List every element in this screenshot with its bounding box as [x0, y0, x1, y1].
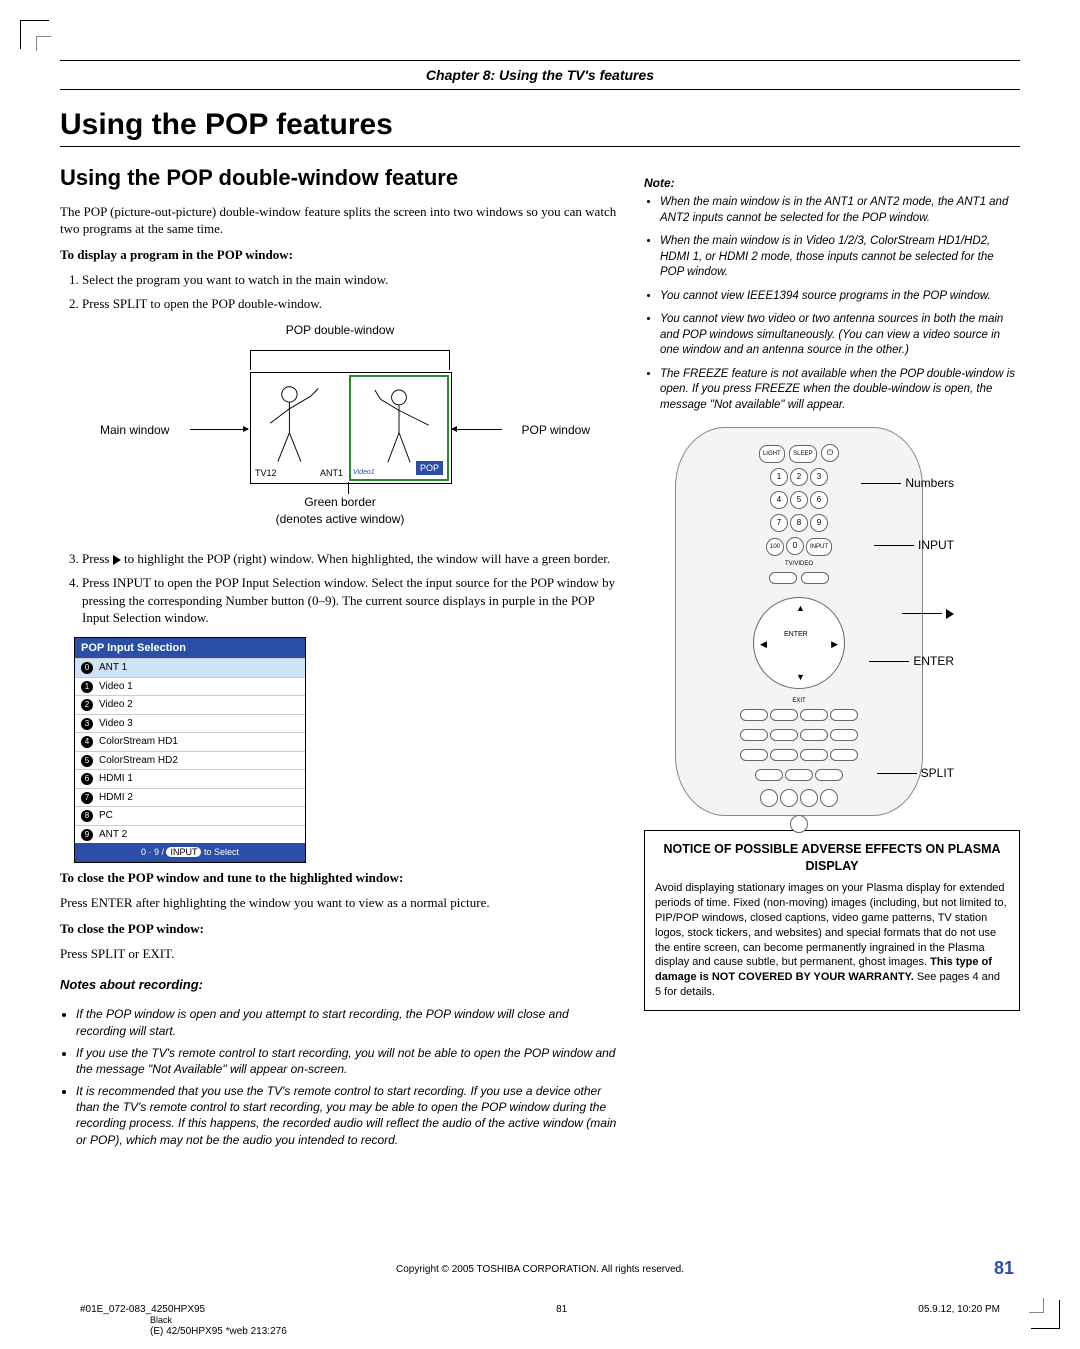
pop-double-window-figure: POP double-window Main window POP window… — [60, 322, 620, 542]
pop-input-item-4: 4ColorStream HD1 — [75, 732, 305, 751]
footer-bottom: (E) 42/50HPX95 *web 213:276 — [150, 1326, 287, 1337]
main-column: Using the POP double-window feature The … — [60, 163, 620, 1154]
note-3: You cannot view IEEE1394 source programs… — [660, 289, 1020, 305]
light-button: LIGHT — [759, 445, 785, 463]
step-2: Press SPLIT to open the POP double-windo… — [82, 295, 620, 313]
close-and-tune-heading: To close the POP window and tune to the … — [60, 869, 620, 887]
hundred-button: 100 — [766, 538, 784, 556]
side-column: Note: When the main window is in the ANT… — [644, 163, 1020, 1154]
remote-label-enter: ENTER — [913, 653, 954, 669]
notes-about-recording-heading: Notes about recording: — [60, 976, 620, 994]
section-heading: Using the POP double-window feature — [60, 163, 620, 193]
nav-dpad: ENTER ▲ ▼ ◀ ▶ — [753, 597, 845, 689]
fig-ant1-label: ANT1 — [320, 467, 343, 479]
footer-black: Black — [150, 1315, 172, 1325]
pop-input-item-1: 1Video 1 — [75, 677, 305, 696]
copyright-line: Copyright © 2005 TOSHIBA CORPORATION. Al… — [0, 1264, 1080, 1275]
remote-label-split: SPLIT — [921, 765, 954, 781]
pop-input-item-0: 0ANT 1 — [75, 658, 305, 677]
fig-green-border-label: Green border (denotes active window) — [100, 494, 580, 526]
tvvideo-label: TV/VIDEO — [785, 561, 813, 567]
remote-label-numbers: Numbers — [905, 475, 954, 491]
plasma-warning-title: NOTICE OF POSSIBLE ADVERSE EFFECTS ON PL… — [655, 841, 1009, 875]
step-3: Press to highlight the POP (right) windo… — [82, 550, 620, 568]
title-rule — [60, 146, 1020, 147]
green-border-line2: (denotes active window) — [276, 512, 405, 526]
fig-label-pop-window: POP window — [522, 422, 590, 438]
recording-note-3: It is recommended that you use the TV's … — [76, 1083, 620, 1148]
arrow-right-icon — [452, 429, 502, 430]
page-title: Using the POP features — [60, 108, 1020, 142]
pop-input-item-6: 6HDMI 1 — [75, 769, 305, 788]
steps-list: Select the program you want to watch in … — [60, 271, 620, 312]
footer-suffix: to Select — [204, 847, 239, 857]
note-list: When the main window is in the ANT1 or A… — [660, 195, 1020, 413]
pop-input-item-9: 9ANT 2 — [75, 825, 305, 844]
pop-input-item-8: 8PC — [75, 806, 305, 825]
green-border-indicator-line — [348, 482, 349, 494]
notes-about-recording-list: If the POP window is open and you attemp… — [76, 1006, 620, 1148]
fig-tv12-label: TV12 — [255, 467, 277, 479]
note-2: When the main window is in Video 1/2/3, … — [660, 234, 1020, 281]
pop-input-selection-footer: 0 · 9 / INPUT to Select — [75, 843, 305, 861]
power-button: ⏻ — [821, 444, 839, 462]
remote-control-illustration: LIGHT SLEEP ⏻ 123 456 789 1000INPUT TV/V… — [675, 427, 923, 816]
note-heading: Note: — [644, 175, 1020, 191]
remote-label-input: INPUT — [918, 537, 954, 553]
close-pop-heading: To close the POP window: — [60, 920, 620, 938]
right-arrow-label-icon — [946, 609, 954, 619]
exit-label: EXIT — [792, 698, 805, 704]
pop-input-selection-box: POP Input Selection 0ANT 1 1Video 1 2Vid… — [74, 637, 306, 863]
recording-note-1: If the POP window is open and you attemp… — [76, 1006, 620, 1038]
split-button — [780, 789, 798, 807]
footer-left: #01E_072-083_4250HPX95 — [80, 1304, 205, 1315]
recording-note-2: If you use the TV's remote control to st… — [76, 1045, 620, 1077]
footer-prefix: 0 · 9 / — [141, 847, 167, 857]
steps-list-continued: Press to highlight the POP (right) windo… — [60, 550, 620, 626]
action-button — [769, 572, 797, 584]
fig-label-main-window: Main window — [100, 422, 169, 438]
footer-mid: 81 — [556, 1304, 567, 1315]
enter-button-label: ENTER — [784, 630, 808, 639]
menu-button — [801, 572, 829, 584]
input-button: INPUT — [806, 538, 832, 556]
note-1: When the main window is in the ANT1 or A… — [660, 195, 1020, 226]
close-and-tune-paragraph: Press ENTER after highlighting the windo… — [60, 894, 620, 912]
step-4: Press INPUT to open the POP Input Select… — [82, 574, 620, 627]
fig-pop-badge: POP — [416, 461, 443, 475]
step-3-prefix: Press — [82, 551, 113, 566]
note-5: The FREEZE feature is not available when… — [660, 367, 1020, 414]
chapter-heading: Chapter 8: Using the TV's features — [60, 60, 1020, 90]
step-3-suffix: to highlight the POP (right) window. Whe… — [124, 551, 610, 566]
footer-input-badge: INPUT — [166, 847, 201, 857]
fig-label-pop-double: POP double-window — [100, 322, 580, 338]
remote-label-right — [946, 605, 954, 621]
to-display-heading: To display a program in the POP window: — [60, 246, 620, 264]
sleep-button: SLEEP — [789, 445, 816, 463]
step-1: Select the program you want to watch in … — [82, 271, 620, 289]
arrow-left-icon — [190, 429, 248, 430]
note-4: You cannot view two video or two antenna… — [660, 312, 1020, 359]
crop-mark-br-inner — [1029, 1298, 1044, 1313]
pop-input-item-7: 7HDMI 2 — [75, 788, 305, 807]
footer-meta: #01E_072-083_4250HPX95 81 05.9.12, 10:20… — [80, 1304, 1000, 1315]
plasma-warning-box: NOTICE OF POSSIBLE ADVERSE EFFECTS ON PL… — [644, 830, 1020, 1011]
pop-input-item-2: 2Video 2 — [75, 695, 305, 714]
close-pop-paragraph: Press SPLIT or EXIT. — [60, 945, 620, 963]
intro-paragraph: The POP (picture-out-picture) double-win… — [60, 203, 620, 238]
green-border-line1: Green border — [304, 495, 375, 509]
footer-right: 05.9.12, 10:20 PM — [918, 1304, 1000, 1315]
fig-video1-label: Video1 — [353, 468, 375, 477]
right-arrow-icon — [113, 555, 121, 565]
crop-mark-tl-inner — [36, 36, 51, 51]
tv-screen-illustration: ANT1 TV12 POP Video1 — [250, 372, 452, 484]
pop-input-item-3: 3Video 3 — [75, 714, 305, 733]
pop-input-selection-title: POP Input Selection — [75, 638, 305, 659]
page-number: 81 — [994, 1258, 1014, 1279]
pop-input-item-5: 5ColorStream HD2 — [75, 751, 305, 770]
